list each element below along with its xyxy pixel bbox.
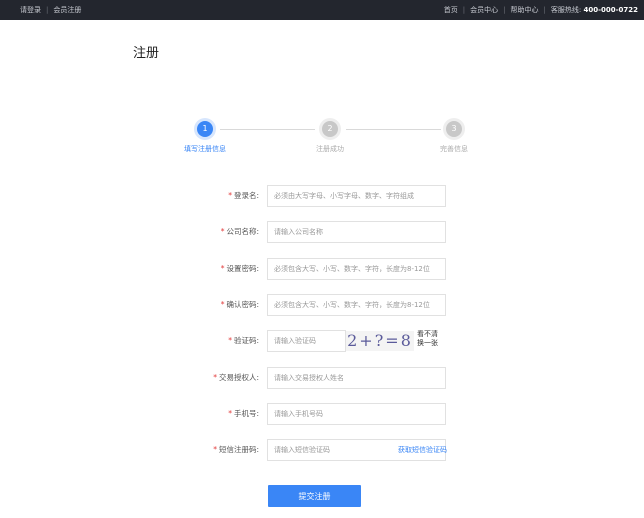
captcha-input[interactable] bbox=[267, 330, 346, 352]
captcha-row: *验证码: 2+?=8 看不清 换一张 bbox=[0, 330, 644, 352]
login-link[interactable]: 请登录 bbox=[20, 6, 41, 14]
password-row: * 设置密码: bbox=[0, 258, 644, 280]
step-number: 3 bbox=[446, 121, 462, 137]
register-link[interactable]: 会员注册 bbox=[53, 6, 81, 14]
authorized-person-label: * 交易授权人: bbox=[213, 373, 259, 382]
captcha-refresh-link[interactable]: 看不清 换一张 bbox=[417, 330, 447, 348]
phone-input[interactable] bbox=[267, 403, 446, 425]
hotline-label: 客服热线: bbox=[550, 6, 582, 14]
company-row: * 公司名称: bbox=[0, 221, 644, 243]
username-label: * 登录名: bbox=[228, 191, 259, 200]
step-label: 完善信息 bbox=[440, 145, 468, 153]
captcha-image[interactable]: 2+?=8 bbox=[346, 331, 414, 351]
hotline-number: 400-000-0722 bbox=[583, 6, 638, 14]
authorized-person-input[interactable] bbox=[267, 367, 446, 389]
help-center-link[interactable]: 帮助中心 bbox=[511, 6, 539, 14]
sms-code-label: * 短信注册码: bbox=[213, 445, 259, 454]
sms-code-row: *短信注册码: 获取短信验证码 bbox=[0, 439, 644, 461]
phone-row: * 手机号: bbox=[0, 403, 644, 425]
password-input[interactable] bbox=[267, 258, 446, 280]
top-bar: 请登录 | 会员注册 首页 | 会员中心 | 帮助中心 | 客服热线: 400-000-0722 bbox=[0, 0, 644, 20]
step-2: 2 注册成功 bbox=[290, 116, 370, 154]
captcha-label: * 验证码: bbox=[228, 336, 259, 345]
confirm-password-row: * 确认密码: bbox=[0, 294, 644, 316]
confirm-password-input[interactable] bbox=[267, 294, 446, 316]
step-label: 填写注册信息 bbox=[184, 145, 226, 153]
submit-registration-button[interactable]: 提交注册 bbox=[268, 485, 361, 507]
step-number: 2 bbox=[322, 121, 338, 137]
member-center-link[interactable]: 会员中心 bbox=[470, 6, 498, 14]
company-input[interactable] bbox=[267, 221, 446, 243]
get-sms-code-link[interactable]: 获取短信验证码 bbox=[398, 439, 447, 461]
step-3: 3 完善信息 bbox=[414, 116, 494, 154]
registration-steps: 1 填写注册信息 2 注册成功 3 完善信息 bbox=[160, 116, 490, 166]
home-link[interactable]: 首页 bbox=[444, 6, 458, 14]
step-number: 1 bbox=[197, 121, 213, 137]
page-title: 注册 bbox=[133, 46, 160, 61]
password-label: * 设置密码: bbox=[220, 264, 259, 273]
company-label: * 公司名称: bbox=[220, 227, 259, 236]
step-label: 注册成功 bbox=[316, 145, 344, 153]
step-1: 1 填写注册信息 bbox=[165, 116, 245, 154]
authorized-person-row: * 交易授权人: bbox=[0, 367, 644, 389]
confirm-password-label: * 确认密码: bbox=[220, 300, 259, 309]
username-input[interactable] bbox=[267, 185, 446, 207]
username-row: * 登录名: bbox=[0, 185, 644, 207]
phone-label: * 手机号: bbox=[228, 409, 259, 418]
